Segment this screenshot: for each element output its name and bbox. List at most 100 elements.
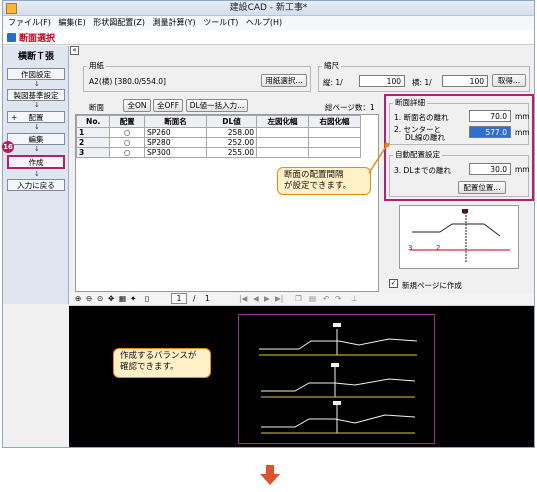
layout-position-button[interactable]: 配置位置... (458, 181, 506, 194)
callout-pointer (368, 142, 390, 174)
section-select-icon (7, 33, 16, 42)
layout-diagram: 3 2 1 (399, 205, 519, 269)
row-name: SP280 (144, 137, 207, 148)
prev-page-icon[interactable]: ◀ (253, 294, 259, 303)
window-title: 建設CAD - 新工事* (229, 3, 308, 13)
row-place-toggle[interactable]: ○ (109, 127, 145, 138)
col-no: No. (75, 115, 111, 128)
name-offset-input[interactable]: 70.0 (469, 110, 511, 122)
flow-arrow-icon: ↓ (34, 101, 40, 109)
trash-icon[interactable]: ▯ (145, 294, 149, 303)
flow-arrow-icon: ↓ (34, 123, 40, 131)
dl-offset-label: 3. DLまでの離れ (394, 166, 451, 175)
col-right-width: 右図化幅 (308, 115, 361, 128)
first-page-icon[interactable]: |◀ (239, 294, 247, 303)
zoom-fit-icon[interactable]: ⊙ (97, 294, 103, 303)
paper-select-button[interactable]: 用紙選択... (261, 74, 307, 87)
lightbulb-icon[interactable]: ✦ (130, 294, 136, 303)
horizontal-scale-input[interactable]: 100 (442, 75, 488, 87)
pan-icon[interactable]: ✥ (108, 294, 114, 303)
next-page-icon[interactable]: ▶ (264, 294, 270, 303)
undo-icon[interactable]: ↶ (323, 294, 329, 303)
paste-icon[interactable]: ▤ (309, 294, 316, 303)
table-row[interactable]: 2 ○ SP280 252.00 (75, 137, 361, 148)
all-on-button[interactable]: 全ON (123, 99, 151, 112)
vertical-scale-input[interactable]: 100 (359, 75, 405, 87)
dl-bulk-input-button[interactable]: DL値一括入力... (186, 99, 248, 112)
flow-arrow-icon: ↓ (34, 170, 40, 178)
row-left-width[interactable] (256, 137, 309, 148)
app-icon (6, 3, 17, 14)
new-page-checkbox[interactable]: ✓ (389, 279, 398, 288)
menu-tools[interactable]: ツール(T) (203, 16, 238, 30)
horizontal-scale-label: 横: 1/ (412, 78, 432, 87)
menu-edit[interactable]: 編集(E) (58, 16, 85, 30)
section-table: No. 配置 断面名 DL値 左図化幅 右図化幅 1 ○ SP260 258.0… (75, 115, 361, 158)
drawing-settings-button[interactable]: 作図設定 (7, 68, 65, 80)
zoom-out-icon[interactable]: ⊖ (86, 294, 92, 303)
menu-survey-calc[interactable]: 測量計算(Y) (153, 16, 196, 30)
row-left-width[interactable] (256, 127, 309, 138)
copy-icon[interactable]: ❐ (295, 294, 302, 303)
center-dl-offset-input[interactable]: 577.0 (469, 126, 511, 138)
all-off-button[interactable]: 全OFF (153, 99, 183, 112)
diagram-label-3: 3 (408, 244, 413, 252)
row-dl[interactable]: 258.00 (206, 127, 257, 138)
preview-toolbar: ⊕ ⊖ ⊙ ✥ ▦ ✦ ▯ 1 / 1 |◀ ◀ ▶ ▶| ❐ ▤ ↶ ↷ ⊥ (69, 293, 534, 306)
row-name: SP300 (144, 147, 207, 158)
row-no: 3 (75, 147, 111, 158)
last-page-icon[interactable]: ▶| (275, 294, 283, 303)
row-right-width[interactable] (308, 147, 361, 158)
table-row[interactable]: 3 ○ SP300 255.00 (75, 147, 361, 158)
dl-offset-input[interactable]: 30.0 (469, 163, 511, 175)
edit-button[interactable]: 編集 (7, 133, 65, 145)
layout-button[interactable]: + 配置 (7, 111, 65, 123)
expand-plus-icon: + (11, 113, 18, 122)
paper-size-value: A2(横) [380.0/554.0] (89, 77, 166, 86)
align-icon[interactable]: ⊥ (351, 294, 358, 303)
drafting-standard-button[interactable]: 製図基準設定 (7, 89, 65, 101)
row-place-toggle[interactable]: ○ (109, 137, 145, 148)
row-right-width[interactable] (308, 127, 361, 138)
total-pages: 総ページ数：1 (325, 103, 375, 112)
page-current-input[interactable]: 1 (171, 293, 187, 304)
section-label: 断面 (89, 103, 104, 112)
table-header-row: No. 配置 断面名 DL値 左図化幅 右図化幅 (75, 115, 361, 128)
grid-icon[interactable]: ▦ (119, 294, 126, 303)
flow-arrow-icon: ↓ (34, 145, 40, 153)
fetch-scale-button[interactable]: 取得... (492, 74, 526, 87)
new-page-label: 新規ページに作成 (402, 281, 462, 290)
row-left-width[interactable] (256, 147, 309, 158)
unit-label: mm (515, 165, 530, 174)
page-separator: / (193, 294, 196, 303)
redo-icon[interactable]: ↷ (335, 294, 341, 303)
detail-group-label: 断面詳細 (393, 97, 427, 108)
balance-callout: 作成するバランスが 確認できます。 (113, 348, 211, 378)
back-to-input-button[interactable]: 入力に戻る (7, 179, 65, 191)
panel-title: 断面選択 (19, 34, 56, 44)
diagram-label-2: 2 (436, 244, 441, 252)
row-dl[interactable]: 252.00 (206, 137, 257, 148)
table-row[interactable]: 1 ○ SP260 258.00 (75, 127, 361, 138)
menu-help[interactable]: ヘルプ(H) (246, 16, 282, 30)
row-no: 1 (75, 127, 111, 138)
row-no: 2 (75, 137, 111, 148)
row-place-toggle[interactable]: ○ (109, 147, 145, 158)
collapse-panel-icon[interactable]: « (70, 46, 79, 55)
menu-shape-layout[interactable]: 形状図配置(Z) (93, 16, 145, 30)
col-place: 配置 (109, 115, 145, 128)
sidebar-title: 横断Ｔ張 (17, 52, 54, 62)
paper-group-label: 用紙 (87, 60, 106, 71)
page-total: 1 (205, 294, 210, 303)
title-bar: 建設CAD - 新工事* (3, 1, 534, 16)
create-button[interactable]: 作成 (7, 155, 65, 169)
menu-file[interactable]: ファイル(F) (8, 16, 51, 30)
col-name: 断面名 (144, 115, 207, 128)
app-window: 建設CAD - 新工事* ファイル(F) 編集(E) 形状図配置(Z) 測量計算… (2, 0, 535, 448)
zoom-in-icon[interactable]: ⊕ (75, 294, 81, 303)
sidebar: 横断Ｔ張 作図設定 ↓ 製図基準設定 ↓ + 配置 ↓ 編集 ↓ 作成 16 ↓… (2, 46, 69, 304)
layout-button-label: 配置 (28, 113, 44, 122)
row-dl[interactable]: 255.00 (206, 147, 257, 158)
row-right-width[interactable] (308, 137, 361, 148)
section-drawings (259, 323, 418, 434)
